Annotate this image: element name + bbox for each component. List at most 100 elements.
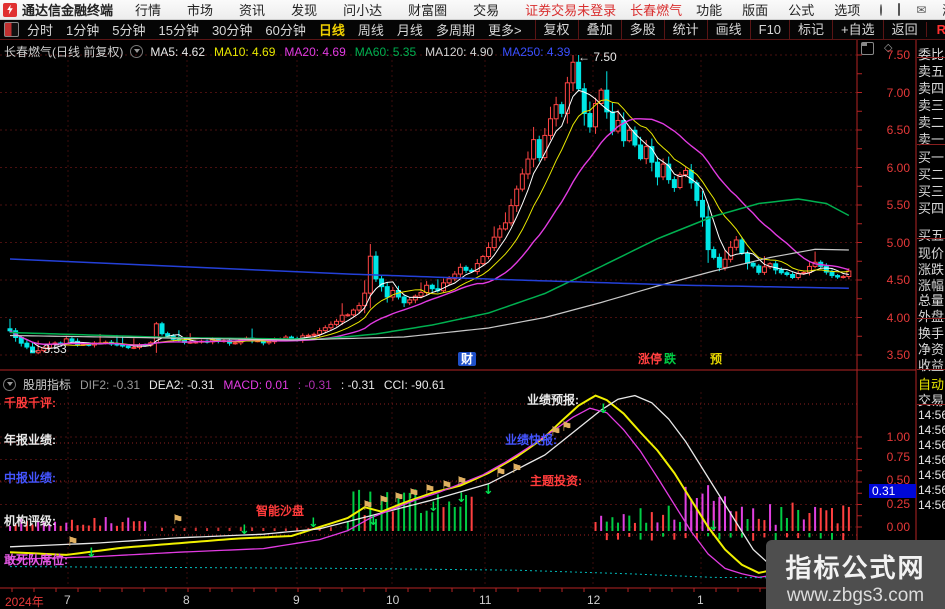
month-label: 7: [64, 593, 71, 607]
event-badge-跌[interactable]: 跌: [664, 352, 676, 366]
sidebar-divider: [917, 238, 945, 239]
indicator-row-label: 年报业绩:: [4, 433, 56, 447]
indicator-axis-tick: 0.25: [886, 497, 910, 511]
period-tab-30分钟[interactable]: 30分钟: [212, 20, 252, 39]
tool-button-统计[interactable]: 统计: [663, 19, 707, 40]
tool-button-复权[interactable]: 复权: [534, 19, 578, 40]
menu-item-选项[interactable]: 选项: [834, 0, 860, 19]
tick-list-time[interactable]: 14:56: [918, 408, 945, 422]
sidebar-field-收益[interactable]: 收益: [918, 355, 945, 374]
menu-item-功能[interactable]: 功能: [696, 0, 722, 19]
period-tab-多周期[interactable]: 多周期: [436, 20, 475, 39]
svg-text:↓: ↓: [598, 402, 609, 417]
tool-button-返回[interactable]: 返回: [882, 19, 926, 40]
period-tab-更多>[interactable]: 更多>: [488, 20, 522, 39]
indicator-annotation-label: 智能沙盘: [256, 504, 305, 518]
indicator-annotation-label: 主题投资:: [530, 474, 582, 488]
menu-item-公式[interactable]: 公式: [788, 0, 814, 19]
period-tab-分时[interactable]: 分时: [27, 20, 53, 39]
sidebar-divider: [917, 318, 945, 319]
layout-toggle-icon[interactable]: [4, 22, 19, 37]
mail-icon[interactable]: ✉: [916, 4, 926, 16]
tool-button-+自选[interactable]: +自选: [832, 19, 883, 40]
price-axis-tick: 6.50: [886, 123, 910, 137]
watermark: 指标公式网 www.zbgs3.com: [766, 540, 945, 609]
tool-button-叠加[interactable]: 叠加: [577, 19, 621, 40]
menu-item-版面[interactable]: 版面: [742, 0, 768, 19]
chevron-down-icon[interactable]: [130, 45, 144, 58]
tool-button-画线[interactable]: 画线: [706, 19, 750, 40]
svg-text:⚑: ⚑: [408, 487, 420, 502]
tool-button-标记[interactable]: 标记: [789, 19, 832, 40]
chart-header: 长春燃气(日线 前复权) MA5: 4.62 MA10: 4.69 MA20: 4.…: [4, 43, 579, 60]
svg-text:⚑: ⚑: [393, 491, 405, 506]
sidebar-field-买四[interactable]: 买四: [918, 198, 945, 217]
high-price-annotation: ← 7.50: [578, 50, 617, 64]
svg-text:↓: ↓: [456, 491, 467, 506]
tick-list-time[interactable]: 14:56: [918, 438, 945, 452]
event-badge-预[interactable]: 预: [710, 352, 722, 366]
function-menu: 功能 版面 公式 选项: [696, 0, 880, 19]
chevron-down-icon[interactable]: [3, 378, 16, 391]
indicator-row-label: 千股千评:: [4, 396, 56, 410]
price-axis-tick: 7.00: [886, 85, 910, 100]
indicator-name[interactable]: 股朋指标: [23, 376, 71, 393]
price-axis-tick: 7.50: [886, 48, 910, 62]
indicator-row-label: 敢死队席位:: [4, 553, 68, 567]
menu-item-发现[interactable]: 发现: [291, 0, 317, 19]
price-axis-tick: 3.50: [886, 348, 910, 362]
period-tab-60分钟[interactable]: 60分钟: [265, 20, 305, 39]
menu-item-交易[interactable]: 交易: [473, 0, 499, 19]
svg-text:⚑: ⚑: [424, 483, 436, 498]
sidebar-field-卖一[interactable]: 卖一: [918, 129, 945, 148]
tick-list-time[interactable]: 14:56: [918, 483, 945, 497]
tick-list-time[interactable]: 14:56: [918, 423, 945, 437]
menu-item-问小达[interactable]: 问小达: [343, 0, 382, 19]
watermark-url: www.zbgs3.com: [786, 585, 925, 606]
ma-value-label: MA5: 4.62: [150, 44, 206, 59]
price-axis-tick: 5.00: [886, 235, 910, 250]
sidebar-divider: [917, 369, 945, 370]
menu-item-财富圈[interactable]: 财富圈: [408, 0, 447, 19]
period-tab-日线[interactable]: 日线: [319, 20, 345, 39]
menu-item-行情[interactable]: 行情: [135, 0, 161, 19]
chart-canvas[interactable]: ⚑⚑⚑ ⚑ ⚑ ⚑ ⚑ ⚑ ⚑⚑ ⚑⚑ ⚑↓↓ ↓ ↓↓↓↓↓↓: [0, 0, 945, 609]
tool-button-F10[interactable]: F10: [749, 19, 789, 40]
month-label: 1: [697, 593, 704, 607]
svg-text:↓: ↓: [239, 523, 250, 538]
indicator-value-label: DIF2: -0.31: [80, 377, 141, 392]
svg-text:↓: ↓: [86, 546, 97, 561]
r-button[interactable]: R: [925, 22, 945, 37]
app-logo-icon[interactable]: [3, 2, 17, 17]
svg-text:⚑: ⚑: [495, 466, 507, 481]
login-status[interactable]: 证券交易未登录: [525, 0, 616, 19]
indicator-value-label: : -0.31: [340, 377, 375, 392]
event-badge-涨停[interactable]: 涨停: [638, 352, 662, 366]
chart-tools: 复权 叠加 多股 统计 画线 F10 标记 +自选 返回: [534, 19, 926, 40]
indicator-axis-tick: 0.75: [886, 450, 910, 464]
event-badge-财[interactable]: 财: [458, 352, 477, 366]
period-tab-5分钟[interactable]: 5分钟: [112, 20, 145, 39]
menu-item-资讯[interactable]: 资讯: [239, 0, 265, 19]
history-icon[interactable]: [880, 3, 883, 16]
svg-text:↓: ↓: [368, 514, 379, 529]
tool-button-多股[interactable]: 多股: [620, 19, 664, 40]
svg-text:⚑: ⚑: [561, 420, 573, 435]
sidebar-divider: [917, 144, 945, 145]
tick-list-time[interactable]: 14:56: [918, 498, 945, 512]
period-tab-月线[interactable]: 月线: [397, 20, 423, 39]
period-tab-周线[interactable]: 周线: [358, 20, 384, 39]
period-tab-15分钟[interactable]: 15分钟: [158, 20, 198, 39]
svg-text:↓: ↓: [708, 519, 719, 534]
sidebar-divider: [917, 57, 945, 58]
current-stock-name[interactable]: 长春燃气: [630, 0, 682, 19]
phone-icon[interactable]: [898, 3, 901, 16]
month-label: 9: [293, 593, 300, 607]
sidebar-field-交易[interactable]: 交易: [918, 390, 945, 409]
period-tab-1分钟[interactable]: 1分钟: [66, 20, 99, 39]
menu-item-市场[interactable]: 市场: [187, 0, 213, 19]
tick-list-time[interactable]: 14:56: [918, 453, 945, 467]
tick-list-time[interactable]: 14:56: [918, 468, 945, 482]
sidebar-field-买五[interactable]: 买五: [918, 225, 945, 244]
chart-title[interactable]: 长春燃气(日线 前复权): [4, 43, 123, 60]
